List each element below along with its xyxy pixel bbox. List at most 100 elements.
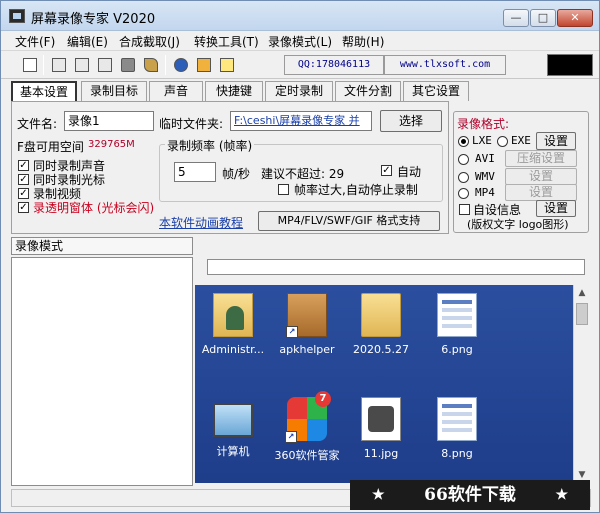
desktop-icon-label: 6.png	[441, 343, 473, 356]
preview-box	[547, 54, 593, 76]
shortcut-arrow-icon: ↗	[286, 326, 298, 338]
wmv-settings-button[interactable]: 设置	[505, 168, 577, 185]
format-lxe-radio[interactable]	[458, 136, 469, 147]
stop-icon[interactable]	[95, 55, 115, 75]
disk-space-label: F盘可用空间	[17, 140, 84, 154]
lxe-settings-button[interactable]: 设置	[536, 132, 576, 150]
desktop-icon-11jpg[interactable]: 11.jpg	[341, 397, 421, 460]
framerate-unit: 帧/秒	[222, 167, 251, 181]
auto-stop-checkbox[interactable]	[278, 184, 289, 195]
progress-bar	[207, 259, 585, 275]
minimize-button[interactable]: —	[503, 9, 529, 27]
menu-bar: 文件(F) 编辑(E) 合成截取(J) 转换工具(T) 录像模式(L) 帮助(H…	[1, 31, 599, 51]
desktop-icon-8png[interactable]: 8.png	[417, 397, 497, 460]
format-wmv-radio[interactable]	[458, 172, 469, 183]
star-icon: ★	[372, 487, 385, 503]
temp-folder-input[interactable]: F:\ceshi\屏幕录像专家 并	[230, 111, 372, 131]
menu-compose[interactable]: 合成截取(J)	[119, 33, 180, 50]
menu-record-mode[interactable]: 录像模式(L)	[268, 33, 332, 50]
record-video-checkbox[interactable]: ✓	[18, 188, 29, 199]
compress-settings-button[interactable]: 压缩设置	[505, 150, 577, 167]
app-360-icon: 7 ↗	[285, 391, 331, 443]
pause-icon[interactable]	[72, 55, 92, 75]
tab-hotkeys[interactable]: 快捷键	[205, 81, 263, 101]
tab-sound[interactable]: 声音	[149, 81, 203, 101]
desktop-icon-apkhelper[interactable]: ↗ apkhelper	[267, 293, 347, 356]
tutorial-link[interactable]: 本软件动画教程	[159, 214, 243, 231]
record-mode-tab[interactable]: 录像模式	[11, 237, 193, 255]
desktop-icon-label: 8.png	[441, 447, 473, 460]
image-file-icon	[437, 397, 477, 441]
title-bar[interactable]: 屏幕录像专家 V2020 — □ ✕	[1, 1, 599, 31]
record-icon[interactable]	[49, 55, 69, 75]
disk-space-value: 329765M	[88, 139, 135, 150]
framerate-group-title: 录制频率 (帧率)	[165, 137, 255, 154]
browse-button[interactable]: 选择	[380, 110, 442, 132]
auto-framerate-checkbox[interactable]: ✓	[381, 165, 392, 176]
notification-badge: 7	[315, 391, 331, 407]
desktop-icon-label: 360软件管家	[274, 449, 340, 462]
app-logo-icon	[9, 9, 25, 23]
menu-convert[interactable]: 转换工具(T)	[194, 33, 259, 50]
menu-file[interactable]: 文件(F)	[15, 33, 55, 50]
record-cursor-checkbox[interactable]: ✓	[18, 174, 29, 185]
recording-list[interactable]	[11, 257, 193, 486]
window-title: 屏幕录像专家 V2020	[31, 12, 156, 27]
watermark-text: 66软件下载	[424, 485, 516, 505]
scroll-up-icon[interactable]: ▲	[574, 285, 590, 301]
temp-folder-label: 临时文件夹:	[159, 117, 224, 131]
pointer-help-icon[interactable]	[217, 55, 237, 75]
desktop-icon-6png[interactable]: 6.png	[417, 293, 497, 356]
scrollbar-thumb[interactable]	[576, 303, 588, 325]
close-button[interactable]: ✕	[557, 9, 593, 27]
format-avi-radio[interactable]	[458, 154, 469, 165]
desktop-icon-administrator[interactable]: Administr...	[195, 293, 273, 356]
custom-info-checkbox[interactable]	[459, 204, 470, 215]
format-mp4-label: MP4	[475, 186, 495, 199]
framerate-input[interactable]: 5	[174, 162, 216, 182]
record-sound-checkbox[interactable]: ✓	[18, 160, 29, 171]
custom-info-note: (版权文字 logo图形)	[467, 218, 569, 231]
user-folder-icon	[213, 293, 253, 337]
website-link[interactable]: www.tlxsoft.com	[384, 55, 506, 75]
tab-record-target[interactable]: 录制目标	[81, 81, 147, 101]
gift-icon[interactable]	[194, 55, 214, 75]
format-exe-radio[interactable]	[497, 136, 508, 147]
desktop-preview: Administr... ↗ apkhelper 2020.5.27 6.png…	[195, 285, 573, 483]
new-file-icon[interactable]	[20, 55, 40, 75]
image-file-icon	[361, 397, 401, 441]
desktop-icon-folder[interactable]: 2020.5.27	[341, 293, 421, 356]
custom-info-settings-button[interactable]: 设置	[536, 200, 576, 217]
mp4-settings-button[interactable]: 设置	[505, 184, 577, 201]
globe-icon[interactable]	[171, 55, 191, 75]
image-file-icon	[437, 293, 477, 337]
desktop-icon-computer[interactable]: 计算机	[195, 397, 273, 459]
desktop-icon-label: 11.jpg	[363, 447, 399, 460]
vertical-scrollbar[interactable]: ▲ ▼	[573, 285, 590, 483]
brush-icon[interactable]	[141, 55, 161, 75]
desktop-icon-360[interactable]: 7 ↗ 360软件管家	[267, 391, 347, 463]
camera-icon[interactable]	[118, 55, 138, 75]
tab-basic-settings[interactable]: 基本设置	[11, 81, 77, 101]
computer-icon	[213, 403, 253, 437]
toolbar-separator	[165, 55, 166, 75]
desktop-icon-label: apkhelper	[279, 343, 335, 356]
menu-help[interactable]: 帮助(H)	[342, 33, 384, 50]
format-lxe-label: LXE	[472, 134, 492, 147]
maximize-button[interactable]: □	[530, 9, 556, 27]
transparent-window-label: 录透明窗体 (光标会闪)	[33, 201, 155, 215]
desktop-icon-label: 计算机	[216, 445, 250, 458]
format-support-button[interactable]: MP4/FLV/SWF/GIF 格式支持	[258, 211, 440, 231]
desktop-icon-label: Administr...	[201, 343, 265, 356]
format-exe-label: EXE	[511, 134, 531, 147]
format-mp4-radio[interactable]	[458, 188, 469, 199]
filename-input[interactable]: 录像1	[64, 111, 154, 131]
shortcut-arrow-icon: ↗	[285, 431, 297, 443]
tab-other-settings[interactable]: 其它设置	[403, 81, 469, 101]
tab-file-split[interactable]: 文件分割	[335, 81, 401, 101]
suggest-text: 建议不超过: 29	[261, 167, 345, 181]
tab-scheduled[interactable]: 定时录制	[265, 81, 333, 101]
star-icon: ★	[555, 487, 568, 503]
menu-edit[interactable]: 编辑(E)	[67, 33, 108, 50]
transparent-window-checkbox[interactable]: ✓	[18, 202, 29, 213]
